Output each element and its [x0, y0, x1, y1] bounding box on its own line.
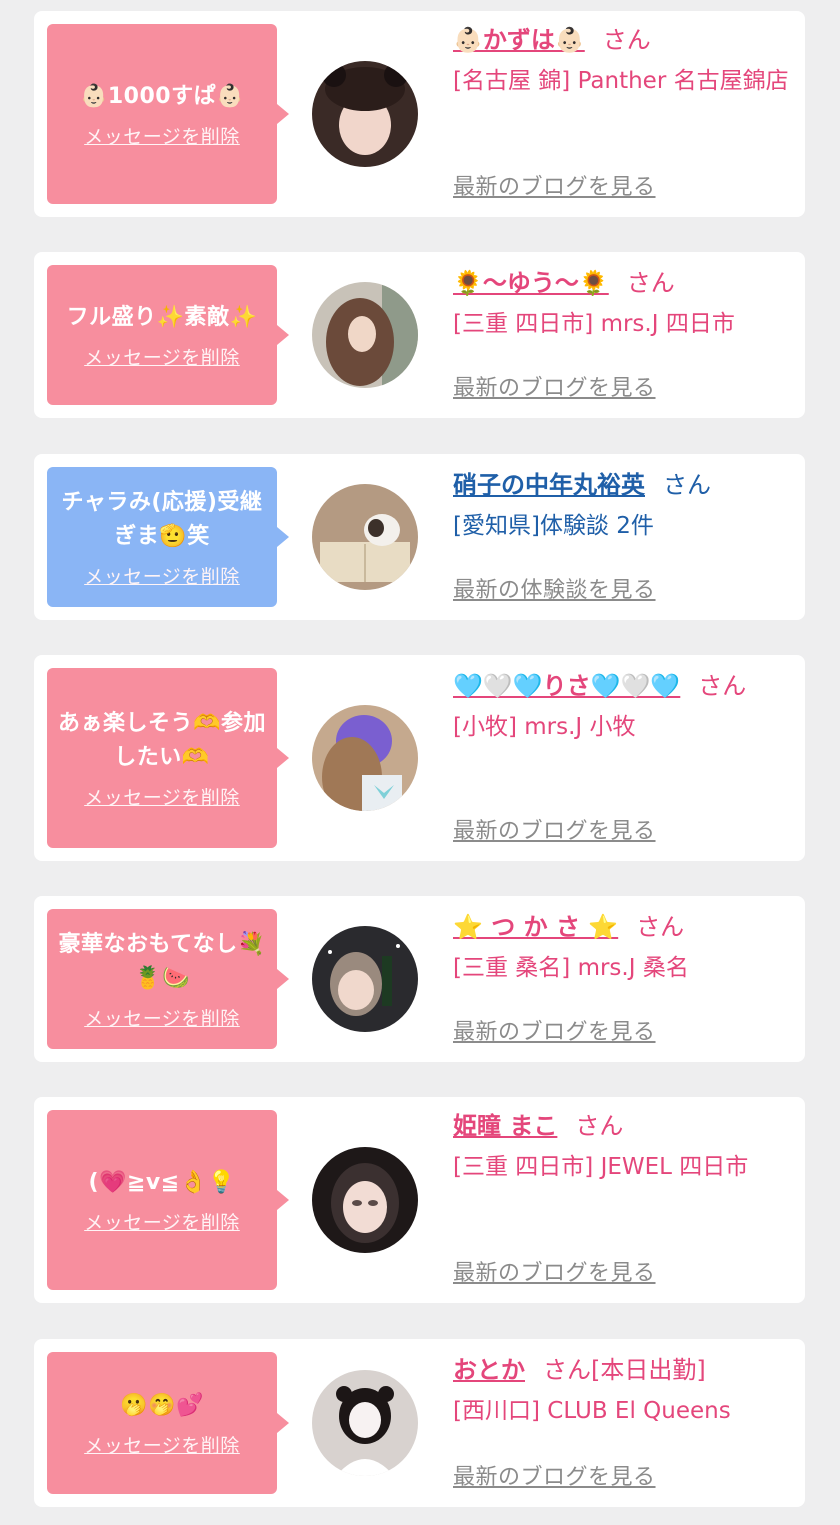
message-card: 🫢🤭💕 メッセージを削除 おとか さん[本日出勤] [西川口] CLUB El Q… [34, 1339, 805, 1507]
message-text: 👶🏻1000すぱ👶🏻 [79, 83, 245, 109]
message-bubble: 🫢🤭💕 メッセージを削除 [47, 1352, 289, 1494]
delete-message-link[interactable]: メッセージを削除 [84, 1431, 240, 1458]
profile-info: ⭐️ つ か さ ⭐️ さん [三重 桑名] mrs.J 桑名 [453, 912, 793, 988]
honorific: さん [698, 672, 747, 700]
latest-experience-link[interactable]: 最新の体験談を見る [453, 572, 656, 604]
message-text: あぁ楽しそう🫶参加したい🫶 [58, 710, 266, 770]
message-text: 🫢🤭💕 [120, 1392, 204, 1418]
honorific: さん[本日出勤] [543, 1356, 706, 1384]
profile-info: 姫瞳 まこ さん [三重 四日市] JEWEL 四日市 [453, 1111, 793, 1187]
shop-label: [西川口] CLUB El Queens [453, 1398, 731, 1424]
avatar[interactable] [312, 484, 418, 590]
shop-label: [小牧] mrs.J 小牧 [453, 714, 636, 740]
shop-label: [三重 四日市] mrs.J 四日市 [453, 311, 735, 337]
profile-info: 🩵🤍🩵りさ🩵🤍🩵 さん [小牧] mrs.J 小牧 [453, 671, 793, 747]
avatar[interactable] [312, 61, 418, 167]
avatar[interactable] [312, 926, 418, 1032]
shop-label: [三重 四日市] JEWEL 四日市 [453, 1154, 749, 1180]
profile-name-link[interactable]: 姫瞳 まこ [453, 1112, 557, 1140]
latest-blog-link[interactable]: 最新のブログを見る [453, 169, 656, 201]
profile-name-link[interactable]: 👶🏻かずは👶🏻 [453, 26, 585, 54]
message-card: 👶🏻1000すぱ👶🏻 メッセージを削除 👶🏻かずは👶🏻 さん [名古屋 錦] Pa… [34, 11, 805, 217]
honorific: さん [636, 913, 685, 941]
message-text: チャラみ(応援)受継ぎま🫡笑 [61, 489, 263, 549]
message-card: (💗≧v≦👌💡 メッセージを削除 姫瞳 まこ さん [三重 四日市] JEWEL … [34, 1097, 805, 1303]
honorific: さん [663, 471, 711, 499]
avatar[interactable] [312, 282, 418, 388]
message-bubble: 豪華なおもてなし💐🍍🍉 メッセージを削除 [47, 909, 289, 1049]
message-card: フル盛り✨素敵✨ メッセージを削除 🌻〜ゆう〜🌻 さん [三重 四日市] mrs.… [34, 252, 805, 418]
profile-info: おとか さん[本日出勤] [西川口] CLUB El Queens [453, 1355, 793, 1431]
shop-label: [愛知県]体験談 2件 [453, 513, 654, 539]
message-bubble: チャラみ(応援)受継ぎま🫡笑 メッセージを削除 [47, 467, 289, 607]
honorific: さん [602, 26, 651, 54]
message-bubble: あぁ楽しそう🫶参加したい🫶 メッセージを削除 [47, 668, 289, 848]
message-bubble: (💗≧v≦👌💡 メッセージを削除 [47, 1110, 289, 1290]
profile-name-link[interactable]: 硝子の中年丸裕英 [453, 471, 645, 499]
profile-info: 🌻〜ゆう〜🌻 さん [三重 四日市] mrs.J 四日市 [453, 268, 793, 344]
profile-name-link[interactable]: おとか [453, 1356, 525, 1384]
message-card: あぁ楽しそう🫶参加したい🫶 メッセージを削除 🩵🤍🩵りさ🩵🤍🩵 さん [小牧] m… [34, 655, 805, 861]
shop-label: [三重 桑名] mrs.J 桑名 [453, 955, 689, 981]
delete-message-link[interactable]: メッセージを削除 [84, 343, 240, 370]
delete-message-link[interactable]: メッセージを削除 [84, 1208, 240, 1235]
profile-name-link[interactable]: 🩵🤍🩵りさ🩵🤍🩵 [453, 672, 680, 700]
avatar[interactable] [312, 1147, 418, 1253]
latest-blog-link[interactable]: 最新のブログを見る [453, 1255, 656, 1287]
honorific: さん [575, 1112, 624, 1140]
avatar[interactable] [312, 705, 418, 811]
message-text: フル盛り✨素敵✨ [66, 304, 258, 330]
message-card: 豪華なおもてなし💐🍍🍉 メッセージを削除 ⭐️ つ か さ ⭐️ さん [三重 桑… [34, 896, 805, 1062]
delete-message-link[interactable]: メッセージを削除 [84, 1004, 240, 1031]
latest-blog-link[interactable]: 最新のブログを見る [453, 813, 656, 845]
latest-blog-link[interactable]: 最新のブログを見る [453, 1459, 656, 1491]
latest-blog-link[interactable]: 最新のブログを見る [453, 370, 656, 402]
avatar[interactable] [312, 1370, 418, 1476]
shop-label: [名古屋 錦] Panther 名古屋錦店 [453, 68, 789, 94]
message-card: チャラみ(応援)受継ぎま🫡笑 メッセージを削除 硝子の中年丸裕英 さん [愛知県]… [34, 454, 805, 620]
delete-message-link[interactable]: メッセージを削除 [84, 122, 240, 149]
profile-info: 👶🏻かずは👶🏻 さん [名古屋 錦] Panther 名古屋錦店 [453, 25, 793, 101]
delete-message-link[interactable]: メッセージを削除 [84, 562, 240, 589]
profile-name-link[interactable]: 🌻〜ゆう〜🌻 [453, 269, 609, 297]
message-text: 豪華なおもてなし💐🍍🍉 [58, 931, 266, 991]
delete-message-link[interactable]: メッセージを削除 [84, 783, 240, 810]
honorific: さん [626, 269, 675, 297]
message-bubble: フル盛り✨素敵✨ メッセージを削除 [47, 265, 289, 405]
message-bubble: 👶🏻1000すぱ👶🏻 メッセージを削除 [47, 24, 289, 204]
profile-info: 硝子の中年丸裕英 さん [愛知県]体験談 2件 [453, 470, 793, 546]
latest-blog-link[interactable]: 最新のブログを見る [453, 1014, 656, 1046]
message-list: 👶🏻1000すぱ👶🏻 メッセージを削除 👶🏻かずは👶🏻 さん [名古屋 錦] Pa… [0, 0, 840, 1525]
message-text: (💗≧v≦👌💡 [88, 1169, 236, 1195]
profile-name-link[interactable]: ⭐️ つ か さ ⭐️ [453, 913, 618, 941]
